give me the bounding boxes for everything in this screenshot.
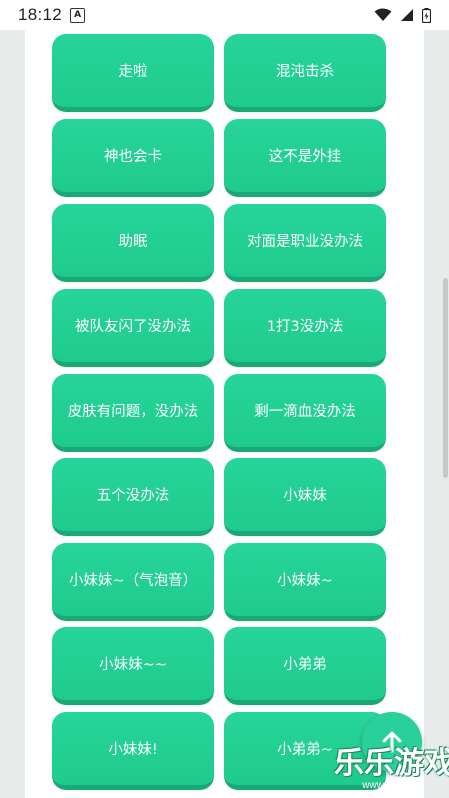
status-indicators [374,7,431,23]
wifi-icon [374,8,392,21]
sound-button[interactable]: 皮肤有问题，没办法 [52,374,214,452]
sound-button[interactable]: 走啦 [52,34,214,112]
sound-grid-panel[interactable]: 走啦 混沌击杀 神也会卡 这不是外挂 助眠 对面是职业没办法 被队友闪了没办法 … [25,30,424,798]
status-time: 18:12 [18,5,63,24]
battery-icon [422,7,431,23]
sound-button[interactable]: 小妹妹 [224,458,386,536]
sound-button[interactable]: 剩一滴血没办法 [224,374,386,452]
sound-button[interactable]: 混沌击杀 [224,34,386,112]
sound-button[interactable]: 对面是职业没办法 [224,204,386,282]
signal-icon [401,9,413,21]
sound-button[interactable]: 1打3没办法 [224,289,386,367]
sound-button[interactable]: 小弟弟~ [224,712,386,790]
arrow-up-icon [382,731,402,753]
sound-button[interactable]: 小妹妹! [52,712,214,790]
notification-a-icon: A [70,7,86,23]
status-bar: 18:12 A [0,0,449,30]
sound-button[interactable]: 小妹妹~（气泡音） [52,543,214,621]
scrollbar[interactable] [443,278,448,478]
sound-button[interactable]: 小弟弟 [224,627,386,705]
sound-button[interactable]: 神也会卡 [52,119,214,197]
sound-button[interactable]: 五个没办法 [52,458,214,536]
sound-button[interactable]: 小妹妹~ [224,543,386,621]
sound-button[interactable]: 被队友闪了没办法 [52,289,214,367]
sound-button[interactable]: 助眠 [52,204,214,282]
scroll-to-top-button[interactable] [362,712,422,772]
sound-button[interactable]: 小妹妹~~ [52,627,214,705]
sound-button[interactable]: 这不是外挂 [224,119,386,197]
